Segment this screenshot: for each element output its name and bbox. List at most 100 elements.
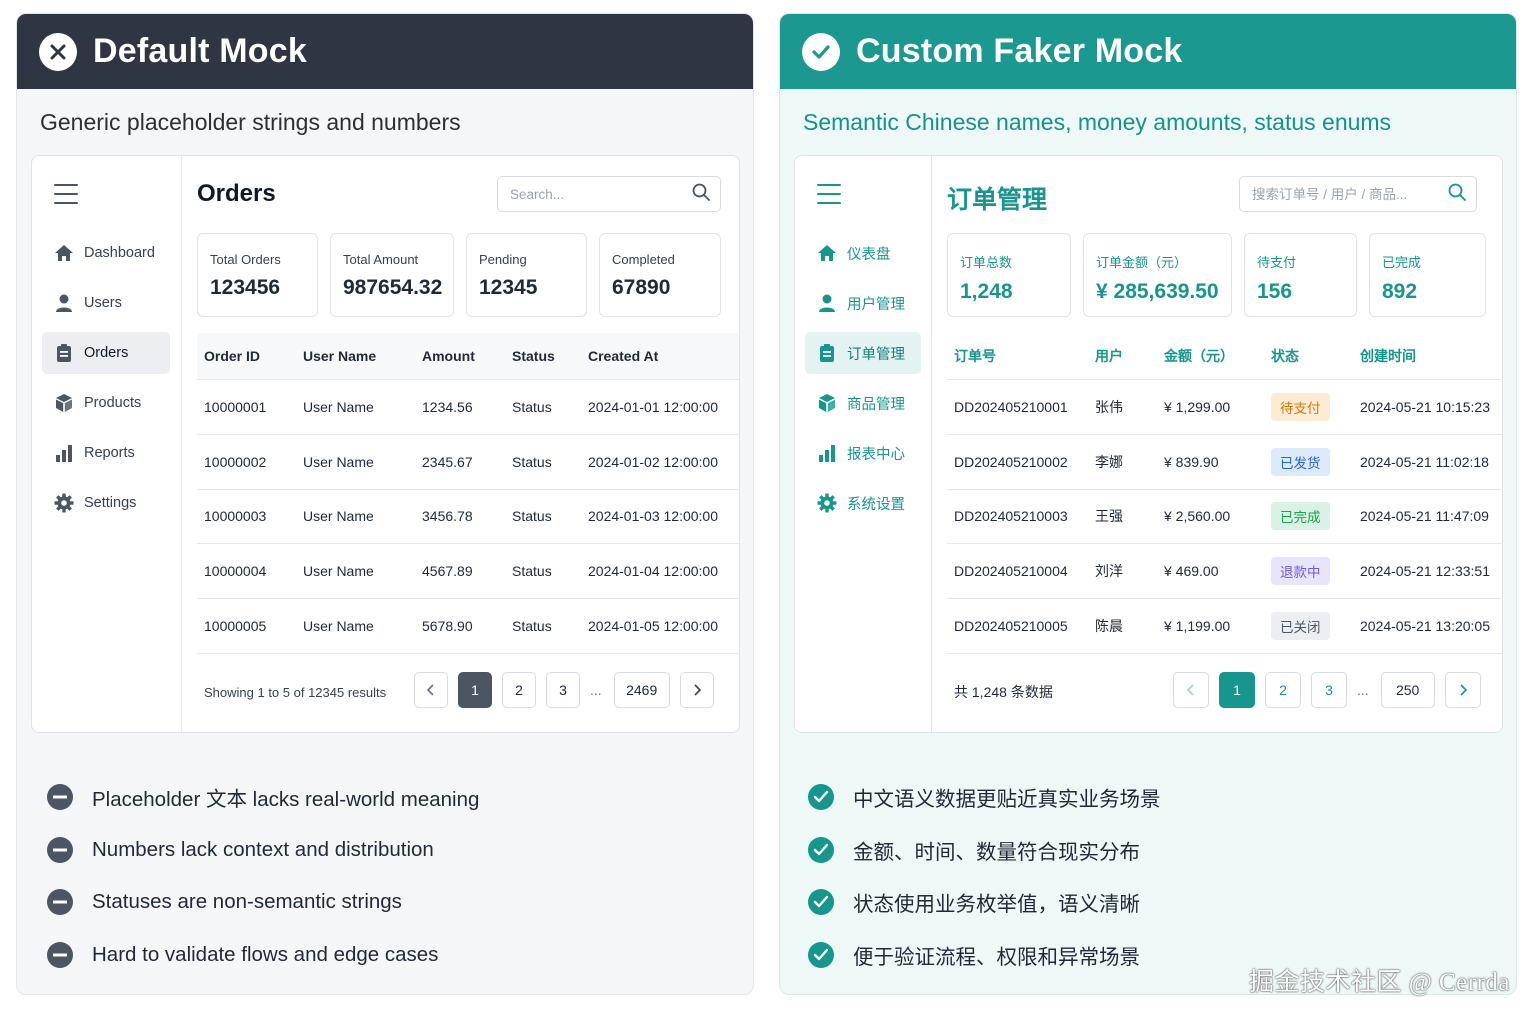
column-header[interactable]: 订单号: [947, 346, 1088, 366]
sidebar-item-settings[interactable]: 系统设置: [805, 482, 921, 524]
next-page-button[interactable]: [679, 672, 714, 708]
page-button-3[interactable]: 3: [546, 672, 580, 708]
cell-created-at: 2024-05-21 13:20:05: [1360, 618, 1490, 635]
search-input[interactable]: [510, 186, 692, 202]
pagination-ellipsis: ...: [590, 682, 602, 698]
table-row[interactable]: DD202405210005 陈晨 ¥ 1,199.00 已关闭 2024-05…: [947, 599, 1502, 654]
status-badge: 已完成: [1271, 502, 1330, 531]
sidebar: Dashboard Users Orders Products Reports: [32, 156, 182, 732]
column-header[interactable]: Created At: [581, 348, 739, 364]
sidebar-item-dashboard[interactable]: Dashboard: [42, 232, 170, 274]
table-row[interactable]: DD202405210004 刘洋 ¥ 469.00 退款中 2024-05-2…: [947, 544, 1502, 600]
sidebar-item-settings[interactable]: Settings: [42, 482, 170, 524]
page-button-last[interactable]: 2469: [613, 672, 670, 708]
cell-status: Status: [512, 398, 552, 415]
app-window: Dashboard Users Orders Products Reports: [31, 155, 740, 733]
sidebar-item-label: 仪表盘: [847, 246, 891, 263]
column-header[interactable]: 状态: [1264, 346, 1353, 366]
list-item-text: 便于验证流程、权限和异常场景: [853, 945, 1140, 969]
list-item: 状态使用业务枚举值，语义清晰: [808, 876, 1161, 929]
sidebar-item-products[interactable]: Products: [42, 382, 170, 424]
check-circle-icon: [808, 941, 834, 968]
cell-status: Status: [512, 508, 552, 525]
cell-user-name: User Name: [303, 563, 374, 580]
minus-circle-icon: [47, 889, 73, 916]
page-button-3[interactable]: 3: [1311, 672, 1347, 708]
prev-page-button[interactable]: [1173, 672, 1209, 708]
table-row[interactable]: 10000004 User Name 4567.89 Status 2024-0…: [197, 544, 739, 600]
page-button-2[interactable]: 2: [502, 672, 536, 708]
column-header[interactable]: 金额（元）: [1157, 346, 1264, 366]
cell-user-name: 刘洋: [1095, 563, 1123, 580]
column-header[interactable]: User Name: [296, 348, 415, 364]
table-row[interactable]: DD202405210002 李娜 ¥ 839.90 已发货 2024-05-2…: [947, 435, 1502, 490]
results-summary: 共 1,248 条数据: [954, 684, 1053, 700]
sidebar-item-products[interactable]: 商品管理: [805, 382, 921, 424]
hamburger-menu-icon[interactable]: [54, 184, 78, 204]
stat-label: 订单金额（元）: [1096, 255, 1188, 270]
cell-amount: ¥ 2,560.00: [1164, 508, 1231, 525]
benefits-list: 中文语义数据更贴近真实业务场景 金额、时间、数量符合现实分布 状态使用业务枚举值…: [808, 771, 1161, 981]
table-row[interactable]: 10000003 User Name 3456.78 Status 2024-0…: [197, 490, 739, 545]
search-box[interactable]: [497, 176, 721, 212]
table-row[interactable]: 10000002 User Name 2345.67 Status 2024-0…: [197, 435, 739, 490]
check-circle-icon: [808, 784, 834, 811]
column-header[interactable]: Status: [505, 348, 581, 364]
sidebar-item-reports[interactable]: 报表中心: [805, 432, 921, 474]
table-row[interactable]: 10000001 User Name 1234.56 Status 2024-0…: [197, 380, 739, 435]
sidebar-item-label: Reports: [84, 445, 135, 461]
next-page-button[interactable]: [1444, 672, 1481, 708]
list-item: Placeholder 文本 lacks real-world meaning: [47, 771, 479, 824]
page-button-1[interactable]: 1: [1219, 672, 1255, 708]
pagination: 1 2 3 ... 250: [1173, 672, 1481, 708]
list-item-text: 状态使用业务枚举值，语义清晰: [853, 893, 1140, 917]
cell-amount: 1234.56: [422, 398, 473, 415]
table-footer: Showing 1 to 5 of 12345 results 1 2 3 ..…: [197, 672, 727, 712]
sidebar-item-reports[interactable]: Reports: [42, 432, 170, 474]
table-row[interactable]: 10000005 User Name 5678.90 Status 2024-0…: [197, 599, 739, 654]
status-badge: 待支付: [1271, 392, 1330, 421]
cell-order-id: 10000002: [204, 453, 267, 470]
sidebar-item-users[interactable]: Users: [42, 282, 170, 324]
page-button-last[interactable]: 250: [1380, 672, 1435, 708]
hamburger-menu-icon[interactable]: [817, 184, 841, 204]
column-header[interactable]: 创建时间: [1353, 346, 1502, 366]
search-icon[interactable]: [692, 183, 710, 206]
cell-created-at: 2024-01-02 12:00:00: [588, 453, 718, 470]
cell-status: Status: [512, 453, 552, 470]
cell-created-at: 2024-05-21 11:02:18: [1360, 453, 1489, 470]
column-header[interactable]: Amount: [415, 348, 505, 364]
home-icon: [54, 243, 74, 263]
prev-page-button[interactable]: [414, 672, 448, 708]
sidebar-item-users[interactable]: 用户管理: [805, 282, 921, 324]
main-content: 订单管理 订单总数 1,248 订单金额（元） ¥ 285,639.50 待支付…: [932, 156, 1502, 732]
home-icon: [817, 243, 837, 263]
search-input[interactable]: [1252, 186, 1448, 202]
table-row[interactable]: DD202405210003 王强 ¥ 2,560.00 已完成 2024-05…: [947, 490, 1502, 545]
panel-subtitle: Semantic Chinese names, money amounts, s…: [803, 109, 1392, 135]
search-box[interactable]: [1239, 176, 1477, 212]
cell-amount: ¥ 1,199.00: [1164, 618, 1231, 635]
column-header[interactable]: 用户: [1088, 346, 1157, 366]
stat-label: 已完成: [1382, 255, 1422, 270]
table-row[interactable]: DD202405210001 张伟 ¥ 1,299.00 待支付 2024-05…: [947, 380, 1502, 435]
table-footer: 共 1,248 条数据 1 2 3 ... 250: [947, 672, 1488, 712]
minus-circle-icon: [47, 784, 73, 811]
page-button-1[interactable]: 1: [458, 672, 492, 708]
list-item-text: Numbers lack context and distribution: [92, 837, 434, 861]
cell-created-at: 2024-01-01 12:00:00: [588, 398, 718, 415]
search-icon[interactable]: [1448, 183, 1466, 206]
cell-order-id: 10000004: [204, 563, 267, 580]
column-header[interactable]: Order ID: [197, 348, 296, 364]
sidebar-item-orders[interactable]: 订单管理: [805, 332, 921, 374]
stat-card-total-orders: 订单总数 1,248: [947, 233, 1071, 317]
sidebar-item-dashboard[interactable]: 仪表盘: [805, 232, 921, 274]
panel-subtitle: Generic placeholder strings and numbers: [40, 109, 461, 135]
cell-created-at: 2024-01-04 12:00:00: [588, 563, 718, 580]
panel-title: Custom Faker Mock: [856, 32, 1183, 70]
page-button-2[interactable]: 2: [1265, 672, 1301, 708]
stat-card-pending: Pending 12345: [466, 233, 587, 317]
sidebar-item-orders[interactable]: Orders: [42, 332, 170, 374]
sidebar-item-label: 商品管理: [847, 396, 905, 413]
list-item: 便于验证流程、权限和异常场景: [808, 929, 1161, 982]
